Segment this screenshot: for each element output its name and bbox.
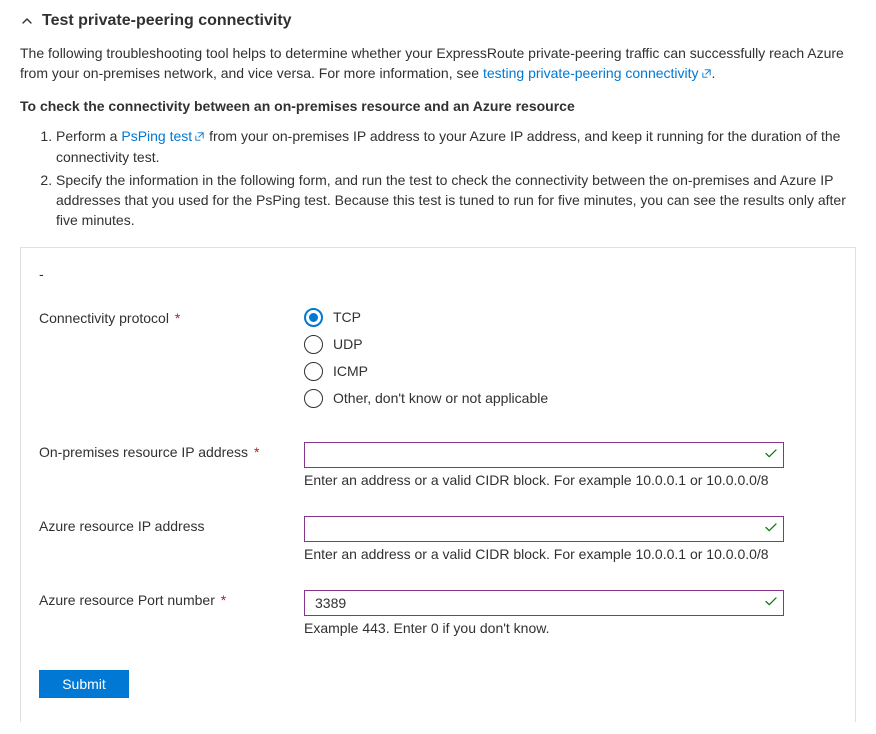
radio-icon [304, 335, 323, 354]
submit-button[interactable]: Submit [39, 670, 129, 698]
psping-link[interactable]: PsPing test [121, 128, 205, 144]
label-protocol: Connectivity protocol * [39, 308, 304, 326]
intro-before: The following troubleshooting tool helps… [20, 45, 844, 81]
required-mark: * [221, 592, 226, 608]
step-2: Specify the information in the following… [56, 170, 856, 231]
radio-other[interactable]: Other, don't know or not applicable [304, 389, 784, 408]
page-title: Test private-peering connectivity [42, 12, 292, 30]
intro-after: . [712, 65, 716, 81]
row-onprem-ip: On-premises resource IP address * Enter … [39, 442, 837, 488]
hint-onprem-ip: Enter an address or a valid CIDR block. … [304, 472, 784, 488]
radio-icmp-label: ICMP [333, 363, 368, 379]
radio-other-label: Other, don't know or not applicable [333, 390, 548, 406]
steps-list: Perform a PsPing test from your on-premi… [20, 126, 856, 230]
label-onprem-ip: On-premises resource IP address * [39, 442, 304, 460]
radio-icon [304, 308, 323, 327]
chevron-up-icon [20, 14, 34, 28]
label-azure-port: Azure resource Port number * [39, 590, 304, 608]
azure-ip-input[interactable] [304, 516, 784, 542]
row-azure-port: Azure resource Port number * Example 443… [39, 590, 837, 636]
intro-text: The following troubleshooting tool helps… [20, 44, 856, 84]
subheading: To check the connectivity between an on-… [20, 98, 856, 114]
external-link-icon [194, 127, 205, 147]
dash-indicator: - [39, 266, 837, 282]
step-1: Perform a PsPing test from your on-premi… [56, 126, 856, 168]
radio-udp[interactable]: UDP [304, 335, 784, 354]
hint-azure-port: Example 443. Enter 0 if you don't know. [304, 620, 784, 636]
radio-icon [304, 362, 323, 381]
external-link-icon [701, 65, 712, 85]
required-mark: * [175, 310, 180, 326]
required-mark: * [254, 444, 259, 460]
intro-link[interactable]: testing private-peering connectivity [483, 65, 712, 81]
onprem-ip-input[interactable] [304, 442, 784, 468]
radio-tcp[interactable]: TCP [304, 308, 784, 327]
radio-icon [304, 389, 323, 408]
row-azure-ip: Azure resource IP address Enter an addre… [39, 516, 837, 562]
section-header[interactable]: Test private-peering connectivity [20, 12, 856, 30]
row-protocol: Connectivity protocol * TCP UDP ICMP Oth… [39, 308, 837, 408]
radio-tcp-label: TCP [333, 309, 361, 325]
protocol-radio-group: TCP UDP ICMP Other, don't know or not ap… [304, 308, 784, 408]
label-azure-ip: Azure resource IP address [39, 516, 304, 534]
azure-port-input[interactable] [304, 590, 784, 616]
radio-icmp[interactable]: ICMP [304, 362, 784, 381]
radio-udp-label: UDP [333, 336, 363, 352]
form-panel: - Connectivity protocol * TCP UDP ICMP O… [20, 247, 856, 722]
hint-azure-ip: Enter an address or a valid CIDR block. … [304, 546, 784, 562]
